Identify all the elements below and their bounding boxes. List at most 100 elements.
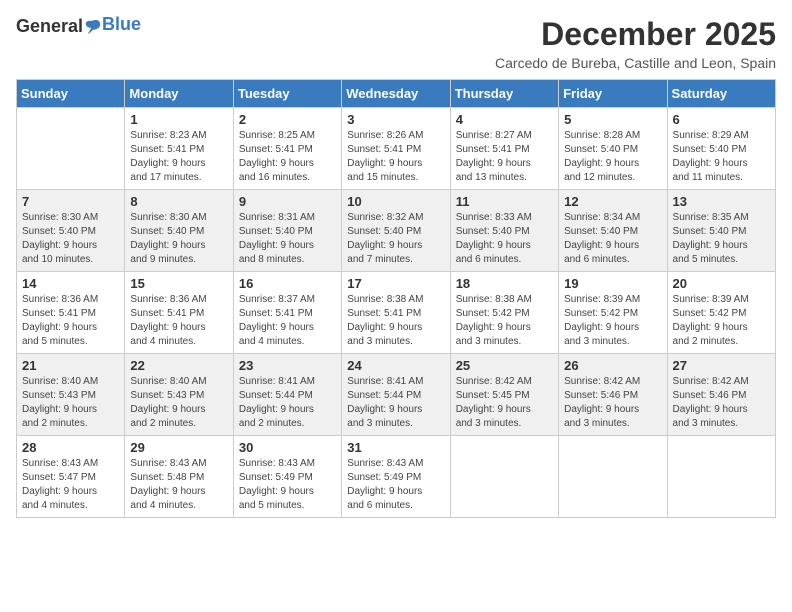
calendar-cell [667, 436, 775, 518]
day-info: Sunrise: 8:39 AMSunset: 5:42 PMDaylight:… [564, 293, 661, 349]
calendar-cell: 13Sunrise: 8:35 AMSunset: 5:40 PMDayligh… [667, 190, 775, 272]
calendar-cell: 17 Sunrise: 8:38 AMSunset: 5:41 PMDayligh… [342, 272, 450, 354]
day-info: Sunrise: 8:38 AMSunset: 5:41 PMDaylight:… [347, 293, 444, 349]
calendar-cell: 8 Sunrise: 8:30 AMSunset: 5:40 PMDaylight… [125, 190, 233, 272]
day-number: 8 [130, 194, 227, 209]
logo-blue-text: Blue [102, 14, 141, 35]
day-info: Sunrise: 8:36 AMSunset: 5:41 PMDaylight:… [130, 293, 227, 349]
day-number: 31 [347, 440, 444, 455]
calendar-cell: 14 Sunrise: 8:36 AMSunset: 5:41 PMDayligh… [17, 272, 125, 354]
calendar-day-header: Wednesday [342, 80, 450, 108]
calendar-cell: 11 Sunrise: 8:33 AMSunset: 5:40 PMDayligh… [450, 190, 558, 272]
day-info: Sunrise: 8:37 AMSunset: 5:41 PMDaylight:… [239, 293, 336, 349]
day-info: Sunrise: 8:42 AMSunset: 5:45 PMDaylight:… [456, 375, 553, 431]
day-info: Sunrise: 8:42 AMSunset: 5:46 PMDaylight:… [673, 375, 770, 431]
day-number: 14 [22, 276, 119, 291]
calendar-cell: 1Sunrise: 8:23 AMSunset: 5:41 PMDaylight… [125, 108, 233, 190]
calendar-cell: 20Sunrise: 8:39 AMSunset: 5:42 PMDayligh… [667, 272, 775, 354]
calendar-cell: 9 Sunrise: 8:31 AMSunset: 5:40 PMDaylight… [233, 190, 341, 272]
calendar-cell: 16 Sunrise: 8:37 AMSunset: 5:41 PMDayligh… [233, 272, 341, 354]
day-info: Sunrise: 8:42 AMSunset: 5:46 PMDaylight:… [564, 375, 661, 431]
calendar-cell: 24 Sunrise: 8:41 AMSunset: 5:44 PMDayligh… [342, 354, 450, 436]
day-number: 5 [564, 112, 661, 127]
day-info: Sunrise: 8:32 AMSunset: 5:40 PMDaylight:… [347, 211, 444, 267]
day-info: Sunrise: 8:28 AMSunset: 5:40 PMDaylight:… [564, 129, 661, 185]
location-title: Carcedo de Bureba, Castille and Leon, Sp… [495, 55, 776, 71]
calendar-cell: 10Sunrise: 8:32 AMSunset: 5:40 PMDayligh… [342, 190, 450, 272]
calendar-cell: 29 Sunrise: 8:43 AMSunset: 5:48 PMDayligh… [125, 436, 233, 518]
month-title: December 2025 [495, 16, 776, 53]
calendar-cell: 28 Sunrise: 8:43 AMSunset: 5:47 PMDayligh… [17, 436, 125, 518]
calendar-cell: 4 Sunrise: 8:27 AMSunset: 5:41 PMDaylight… [450, 108, 558, 190]
calendar-cell: 23 Sunrise: 8:41 AMSunset: 5:44 PMDayligh… [233, 354, 341, 436]
calendar-cell: 12Sunrise: 8:34 AMSunset: 5:40 PMDayligh… [559, 190, 667, 272]
calendar-day-header: Friday [559, 80, 667, 108]
day-info: Sunrise: 8:40 AMSunset: 5:43 PMDaylight:… [130, 375, 227, 431]
day-number: 17 [347, 276, 444, 291]
day-number: 23 [239, 358, 336, 373]
day-number: 4 [456, 112, 553, 127]
day-number: 9 [239, 194, 336, 209]
calendar-cell: 6 Sunrise: 8:29 AMSunset: 5:40 PMDaylight… [667, 108, 775, 190]
day-number: 25 [456, 358, 553, 373]
day-info: Sunrise: 8:30 AMSunset: 5:40 PMDaylight:… [130, 211, 227, 267]
calendar-cell: 18 Sunrise: 8:38 AMSunset: 5:42 PMDayligh… [450, 272, 558, 354]
day-info: Sunrise: 8:33 AMSunset: 5:40 PMDaylight:… [456, 211, 553, 267]
calendar-cell: 25 Sunrise: 8:42 AMSunset: 5:45 PMDayligh… [450, 354, 558, 436]
day-info: Sunrise: 8:43 AMSunset: 5:47 PMDaylight:… [22, 457, 119, 513]
calendar-day-header: Tuesday [233, 80, 341, 108]
day-number: 24 [347, 358, 444, 373]
calendar-cell: 19 Sunrise: 8:39 AMSunset: 5:42 PMDayligh… [559, 272, 667, 354]
day-number: 27 [673, 358, 770, 373]
day-number: 22 [130, 358, 227, 373]
day-info: Sunrise: 8:39 AMSunset: 5:42 PMDaylight:… [673, 293, 770, 349]
day-info: Sunrise: 8:29 AMSunset: 5:40 PMDaylight:… [673, 129, 770, 185]
calendar-cell: 3Sunrise: 8:26 AMSunset: 5:41 PMDaylight… [342, 108, 450, 190]
day-info: Sunrise: 8:43 AMSunset: 5:49 PMDaylight:… [347, 457, 444, 513]
day-info: Sunrise: 8:36 AMSunset: 5:41 PMDaylight:… [22, 293, 119, 349]
calendar-week-row: 7 Sunrise: 8:30 AMSunset: 5:40 PMDaylight… [17, 190, 776, 272]
day-number: 15 [130, 276, 227, 291]
calendar-day-header: Thursday [450, 80, 558, 108]
day-number: 7 [22, 194, 119, 209]
day-number: 21 [22, 358, 119, 373]
day-number: 6 [673, 112, 770, 127]
day-number: 18 [456, 276, 553, 291]
calendar-day-header: Sunday [17, 80, 125, 108]
page-header: General Blue December 2025 Carcedo de Bu… [16, 16, 776, 71]
calendar-cell [450, 436, 558, 518]
calendar-table: SundayMondayTuesdayWednesdayThursdayFrid… [16, 79, 776, 518]
day-number: 11 [456, 194, 553, 209]
calendar-cell: 26Sunrise: 8:42 AMSunset: 5:46 PMDayligh… [559, 354, 667, 436]
day-number: 28 [22, 440, 119, 455]
day-info: Sunrise: 8:41 AMSunset: 5:44 PMDaylight:… [239, 375, 336, 431]
calendar-cell: 7Sunrise: 8:30 AMSunset: 5:40 PMDaylight… [17, 190, 125, 272]
day-number: 30 [239, 440, 336, 455]
day-info: Sunrise: 8:27 AMSunset: 5:41 PMDaylight:… [456, 129, 553, 185]
day-info: Sunrise: 8:25 AMSunset: 5:41 PMDaylight:… [239, 129, 336, 185]
calendar-week-row: 21 Sunrise: 8:40 AMSunset: 5:43 PMDayligh… [17, 354, 776, 436]
day-info: Sunrise: 8:23 AMSunset: 5:41 PMDaylight:… [130, 129, 227, 185]
day-info: Sunrise: 8:31 AMSunset: 5:40 PMDaylight:… [239, 211, 336, 267]
calendar-cell: 2 Sunrise: 8:25 AMSunset: 5:41 PMDaylight… [233, 108, 341, 190]
day-number: 16 [239, 276, 336, 291]
title-block: December 2025 Carcedo de Bureba, Castill… [495, 16, 776, 71]
calendar-cell: 5 Sunrise: 8:28 AMSunset: 5:40 PMDaylight… [559, 108, 667, 190]
logo: General Blue [16, 16, 141, 37]
day-info: Sunrise: 8:35 AMSunset: 5:40 PMDaylight:… [673, 211, 770, 267]
day-info: Sunrise: 8:26 AMSunset: 5:41 PMDaylight:… [347, 129, 444, 185]
day-info: Sunrise: 8:34 AMSunset: 5:40 PMDaylight:… [564, 211, 661, 267]
day-number: 29 [130, 440, 227, 455]
calendar-cell: 27 Sunrise: 8:42 AMSunset: 5:46 PMDayligh… [667, 354, 775, 436]
calendar-cell: 22 Sunrise: 8:40 AMSunset: 5:43 PMDayligh… [125, 354, 233, 436]
calendar-cell [17, 108, 125, 190]
calendar-day-header: Monday [125, 80, 233, 108]
day-info: Sunrise: 8:38 AMSunset: 5:42 PMDaylight:… [456, 293, 553, 349]
day-info: Sunrise: 8:41 AMSunset: 5:44 PMDaylight:… [347, 375, 444, 431]
calendar-day-header: Saturday [667, 80, 775, 108]
day-info: Sunrise: 8:43 AMSunset: 5:48 PMDaylight:… [130, 457, 227, 513]
logo-bird-icon [84, 18, 102, 36]
day-number: 19 [564, 276, 661, 291]
day-info: Sunrise: 8:43 AMSunset: 5:49 PMDaylight:… [239, 457, 336, 513]
day-number: 2 [239, 112, 336, 127]
